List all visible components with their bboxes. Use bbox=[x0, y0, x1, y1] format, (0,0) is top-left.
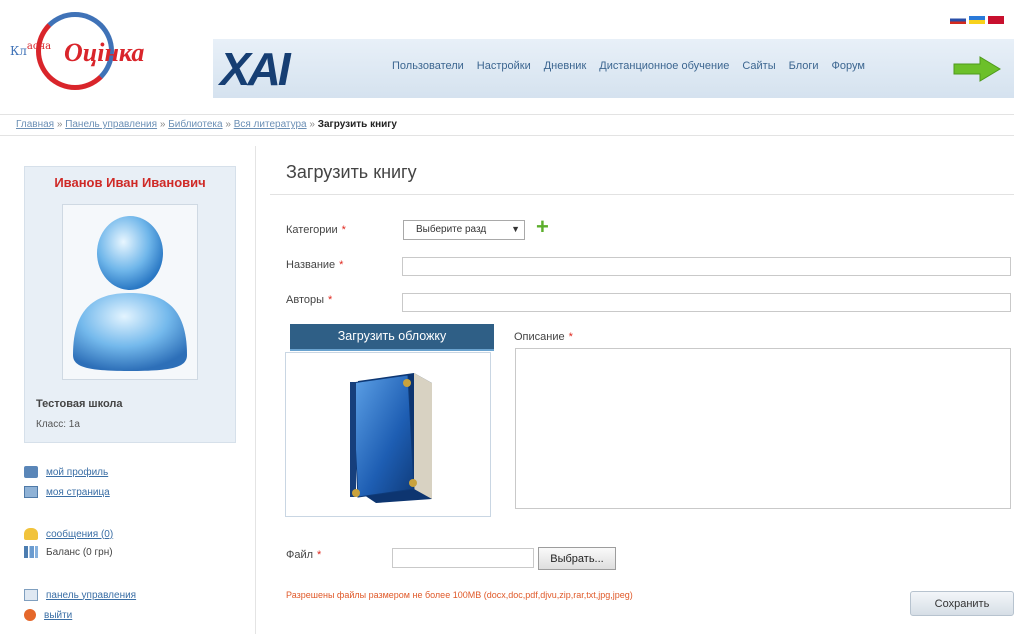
class-label: Класс: 1а bbox=[36, 419, 80, 430]
language-switcher bbox=[950, 16, 1004, 24]
top-nav: Пользователи Настройки Дневник Дистанцио… bbox=[392, 60, 878, 72]
menu-my-page-label[interactable]: моя страница bbox=[46, 487, 110, 498]
save-button[interactable]: Сохранить bbox=[910, 591, 1014, 616]
nav-sites[interactable]: Сайты bbox=[742, 60, 775, 72]
allowed-files-note: Разрешены файлы размером не более 100MB … bbox=[286, 590, 633, 600]
messages-icon bbox=[24, 528, 38, 540]
upload-cover-button[interactable]: Загрузить обложку bbox=[290, 324, 494, 351]
menu-balance-label: Баланс (0 грн) bbox=[46, 546, 113, 558]
menu-control-panel[interactable]: панель управления bbox=[24, 589, 136, 601]
chevron-down-icon: ▼ bbox=[511, 224, 520, 234]
page-title: Загрузить книгу bbox=[286, 162, 417, 182]
menu-my-profile[interactable]: мой профиль bbox=[24, 466, 108, 478]
nav-diary[interactable]: Дневник bbox=[544, 60, 587, 72]
profile-name[interactable]: Иванов Иван Иванович bbox=[24, 175, 236, 190]
brand-logo[interactable]: XAI bbox=[220, 40, 291, 98]
site-logo[interactable]: Класна Оцінка bbox=[6, 8, 206, 96]
menu-control-panel-label[interactable]: панель управления bbox=[46, 590, 136, 601]
crumb-current: Загрузить книгу bbox=[317, 119, 397, 130]
category-label: Категории * bbox=[286, 224, 346, 236]
menu-balance: Баланс (0 грн) bbox=[24, 546, 113, 558]
authors-label: Авторы * bbox=[286, 294, 333, 306]
nav-users[interactable]: Пользователи bbox=[392, 60, 464, 72]
profile-icon bbox=[24, 466, 38, 478]
file-path-input[interactable] bbox=[392, 548, 534, 568]
menu-logout[interactable]: выйти bbox=[24, 609, 72, 621]
logo-text-3: Оцінка bbox=[64, 38, 145, 67]
user-avatar-icon bbox=[73, 216, 187, 371]
flag-ru-icon[interactable] bbox=[950, 16, 966, 24]
nav-blogs[interactable]: Блоги bbox=[789, 60, 819, 72]
control-panel-icon bbox=[24, 589, 38, 601]
menu-my-page[interactable]: моя страница bbox=[24, 486, 110, 498]
menu-messages-label[interactable]: сообщения (0) bbox=[46, 529, 113, 540]
page-title-bar: Загрузить книгу bbox=[270, 150, 1014, 195]
flag-ua-icon[interactable] bbox=[969, 16, 985, 24]
crumb-all-literature[interactable]: Вся литература bbox=[234, 119, 307, 130]
crumb-sep: » bbox=[56, 119, 63, 130]
description-textarea[interactable] bbox=[515, 348, 1011, 509]
crumb-control-panel[interactable]: Панель управления bbox=[65, 119, 157, 130]
logo-text-2: асна bbox=[26, 41, 52, 52]
menu-logout-label[interactable]: выйти bbox=[44, 610, 72, 621]
category-select-value: Выберите разд bbox=[416, 224, 487, 235]
name-input[interactable] bbox=[402, 257, 1011, 276]
crumb-sep: » bbox=[159, 119, 166, 130]
page-icon bbox=[24, 486, 38, 498]
avatar[interactable] bbox=[62, 204, 198, 380]
add-category-icon[interactable]: + bbox=[536, 216, 549, 238]
menu-messages[interactable]: сообщения (0) bbox=[24, 528, 113, 540]
choose-file-button[interactable]: Выбрать... bbox=[538, 547, 616, 570]
breadcrumb: Главная » Панель управления » Библиотека… bbox=[0, 114, 1014, 136]
crumb-library[interactable]: Библиотека bbox=[168, 119, 222, 130]
crumb-sep: » bbox=[309, 119, 315, 130]
category-select[interactable]: Выберите разд ▼ bbox=[403, 220, 525, 240]
file-label: Файл * bbox=[286, 549, 322, 561]
book-icon bbox=[350, 373, 432, 503]
nav-distance-learning[interactable]: Дистанционное обучение bbox=[599, 60, 729, 72]
menu-my-profile-label[interactable]: мой профиль bbox=[46, 467, 108, 478]
crumb-home[interactable]: Главная bbox=[16, 119, 54, 130]
nav-settings[interactable]: Настройки bbox=[477, 60, 531, 72]
logout-icon bbox=[24, 609, 36, 621]
nav-forum[interactable]: Форум bbox=[832, 60, 865, 72]
school-name: Тестовая школа bbox=[36, 398, 123, 410]
cover-preview bbox=[285, 352, 491, 517]
arrow-right-icon[interactable] bbox=[952, 56, 1002, 82]
crumb-sep: » bbox=[225, 119, 231, 130]
flag-gb-icon[interactable] bbox=[988, 16, 1004, 24]
logo-text-1: Кл bbox=[10, 44, 27, 58]
authors-input[interactable] bbox=[402, 293, 1011, 312]
name-label: Название * bbox=[286, 259, 344, 271]
description-label: Описание * bbox=[514, 331, 573, 343]
balance-icon bbox=[24, 546, 38, 558]
